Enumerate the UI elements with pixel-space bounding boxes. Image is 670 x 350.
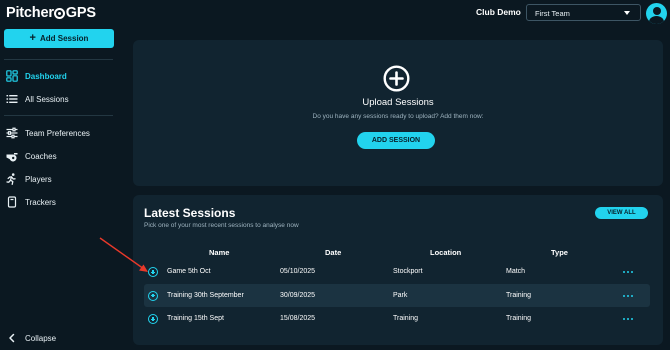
- session-type: Training: [506, 315, 532, 322]
- column-header-type[interactable]: Type: [551, 248, 568, 257]
- collapse-label: Collapse: [25, 333, 57, 343]
- session-type: Match: [506, 268, 526, 275]
- sidebar-item-team-preferences[interactable]: Team Preferences: [6, 126, 90, 140]
- chevron-left-icon: [6, 332, 18, 344]
- upload-sessions-subtitle: Do you have any sessions ready to upload…: [312, 113, 484, 120]
- logo-text-right: GPS: [65, 5, 96, 21]
- collapse-button[interactable]: Collapse: [6, 331, 56, 345]
- column-header-date[interactable]: Date: [325, 248, 341, 257]
- session-location: Stockport: [393, 268, 423, 275]
- upload-sessions-panel: Upload Sessions Do you have any sessions…: [133, 40, 663, 186]
- sidebar-item-label: Trackers: [25, 197, 56, 207]
- add-circle-icon[interactable]: [148, 290, 158, 301]
- add-session-label: Add Session: [39, 34, 89, 43]
- sliders-icon: [6, 127, 18, 139]
- chevron-down-icon: [624, 11, 630, 15]
- sidebar: + Add Session Dashboard All Sessions Tea…: [0, 26, 120, 350]
- more-options-icon[interactable]: [623, 294, 633, 298]
- sidebar-item-players[interactable]: Players: [6, 172, 52, 186]
- sessions-table: Name Date Location Type Game 5th Oct 05/…: [144, 246, 650, 331]
- sidebar-item-trackers[interactable]: Trackers: [6, 195, 56, 209]
- session-type: Training: [506, 291, 532, 299]
- session-name: Training 30th September: [167, 291, 244, 299]
- logo-text-left: Pitcher: [6, 5, 54, 21]
- logo-globe-icon: [54, 8, 66, 19]
- column-header-name[interactable]: Name: [209, 248, 229, 257]
- session-date: 15/08/2025: [280, 315, 316, 322]
- sidebar-item-coaches[interactable]: Coaches: [6, 149, 57, 163]
- sidebar-item-label: Dashboard: [25, 71, 67, 81]
- table-row[interactable]: Training 30th September 30/09/2025 Park …: [144, 283, 650, 307]
- view-all-button[interactable]: VIEW ALL: [595, 207, 648, 219]
- table-row[interactable]: Training 15th Sept 15/08/2025 Training T…: [144, 307, 650, 331]
- sidebar-item-all-sessions[interactable]: All Sessions: [6, 92, 69, 106]
- session-date: 30/09/2025: [280, 291, 316, 299]
- session-name: Game 5th Oct: [167, 268, 211, 275]
- add-circle-icon[interactable]: [148, 314, 158, 324]
- team-select-value: First Team: [535, 9, 570, 18]
- running-person-icon: [6, 173, 18, 185]
- list-icon: [6, 93, 18, 105]
- annotation-arrow-icon: [99, 237, 148, 272]
- table-header: Name Date Location Type: [144, 246, 650, 260]
- upload-add-session-button[interactable]: ADD SESSION: [357, 132, 435, 149]
- session-date: 05/10/2025: [280, 268, 316, 275]
- sidebar-item-label: Players: [25, 174, 52, 184]
- add-session-button[interactable]: + Add Session: [4, 29, 114, 48]
- club-name: Club Demo: [476, 7, 521, 17]
- sidebar-item-label: All Sessions: [25, 94, 69, 104]
- more-options-icon[interactable]: [623, 271, 633, 274]
- sidebar-item-dashboard[interactable]: Dashboard: [6, 69, 67, 83]
- user-avatar-icon[interactable]: [646, 3, 667, 24]
- sidebar-divider: [4, 59, 113, 60]
- grid-icon: [6, 70, 18, 82]
- plus-icon: +: [29, 31, 36, 44]
- session-location: Park: [393, 291, 408, 299]
- session-location: Training: [393, 315, 419, 322]
- team-select[interactable]: First Team: [526, 4, 641, 21]
- more-options-icon[interactable]: [623, 318, 633, 321]
- latest-sessions-subtitle: Pick one of your most recent sessions to…: [144, 222, 299, 229]
- whistle-icon: [6, 150, 18, 162]
- latest-sessions-panel: Latest Sessions Pick one of your most re…: [133, 195, 663, 345]
- sidebar-item-label: Coaches: [25, 151, 57, 161]
- sidebar-divider: [4, 115, 113, 116]
- tracker-device-icon: [6, 196, 18, 208]
- sidebar-item-label: Team Preferences: [25, 128, 90, 138]
- latest-sessions-title: Latest Sessions: [144, 206, 236, 220]
- app-logo[interactable]: Pitcher GPS: [6, 4, 96, 22]
- upload-sessions-title: Upload Sessions: [362, 97, 434, 108]
- column-header-location[interactable]: Location: [430, 248, 461, 257]
- table-row[interactable]: Game 5th Oct 05/10/2025 Stockport Match: [144, 260, 650, 284]
- plus-circle-icon[interactable]: [383, 65, 410, 92]
- session-name: Training 15th Sept: [167, 315, 224, 322]
- top-bar: Pitcher GPS Club Demo First Team: [0, 0, 670, 26]
